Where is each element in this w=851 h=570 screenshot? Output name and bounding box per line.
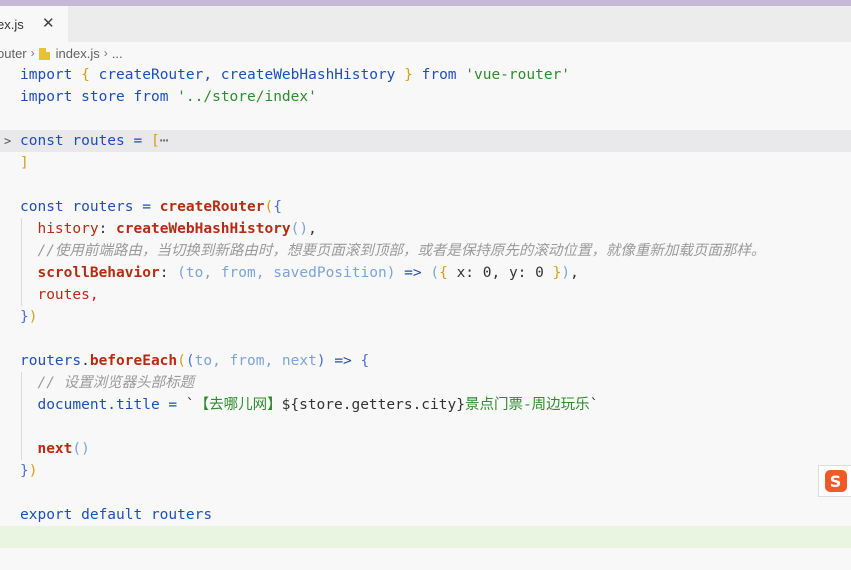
paren: ( [185,353,195,369]
breadcrumb-folder[interactable]: outer [0,46,27,61]
paren: ) [561,265,571,281]
paren: () [290,221,309,237]
comment: //使用前端路由，当切换到新路由时，想要页面滚到顶部，或者是保持原先的滚动位置，… [37,243,766,259]
close-icon[interactable]: ✕ [42,15,55,33]
brace: { [81,67,90,83]
paren: ) [28,309,38,325]
paren: ( [177,265,186,281]
paren: () [72,441,90,457]
code-line-7: const routers = createRouter({ [0,196,851,218]
code-editor[interactable]: import { createRouter, createWebHashHist… [0,64,851,560]
template-text: 【去哪儿网】 [194,397,282,413]
code-line-8: history: createWebHashHistory(), [37,221,317,237]
operator: = [142,199,151,215]
template-text: 景点门票-周边玩乐 [464,397,590,413]
paren: ( [177,353,186,369]
code-line-16: document.title = `【去哪儿网】${store.getters.… [0,394,851,416]
parameters: to, from, savedPosition [185,265,387,281]
fold-ellipsis[interactable]: ⋯ [160,133,169,149]
brace: { [273,199,282,215]
code-line-15: // 设置浏览器头部标题 [0,372,851,394]
breadcrumb-file[interactable]: index.js [56,46,100,61]
property-key: scrollBehavior [37,265,160,281]
arrow-operator: => [334,353,352,369]
code-line-21: export default routers [0,504,851,526]
tab-index-js[interactable]: ex.js ✕ [0,6,68,42]
code-line-11: routes, [0,284,851,306]
function-name: createWebHashHistory [116,221,291,237]
code-line-2: import store from '../store/index' [0,86,851,108]
js-file-icon [38,48,50,60]
function-name: createRouter [159,199,265,215]
operator: = [133,133,143,149]
export-statement: export default routers [20,507,213,523]
sogou-ime-icon[interactable]: S [818,465,851,497]
fold-chevron-icon[interactable]: > [4,130,11,152]
punctuation: , [570,265,579,281]
module-string: '../store/index' [177,89,317,105]
object-body: x: 0, y: 0 [456,265,544,281]
editor-tab-bar: ex.js ✕ [0,6,851,42]
import-name: store [81,89,125,105]
property-key: history [37,221,99,237]
code-line-1: import { createRouter, createWebHashHist… [0,64,851,86]
variable: routers [72,199,134,215]
paren: ) [386,265,396,281]
tab-label: ex.js [0,16,24,32]
paren: ) [28,463,38,479]
property-shorthand: routes, [37,287,99,303]
brace: } [20,309,29,325]
punctuation: , [308,221,317,237]
paren: ( [264,199,274,215]
brace: } [404,67,413,83]
brace: { [360,353,370,369]
keyword: import [20,67,73,83]
code-line-18: next() [0,438,851,460]
arrow-operator: => [404,265,422,281]
function-name: next [37,441,73,457]
import-names: createRouter, createWebHashHistory [98,67,396,83]
paren: ( [430,265,440,281]
keyword: const [20,133,64,149]
code-line-12: }) [0,306,851,328]
code-line-9: //使用前端路由，当切换到新路由时，想要页面滚到顶部，或者是保持原先的滚动位置，… [0,240,851,262]
brace: } [20,463,29,479]
chevron-right-icon: › [30,46,35,60]
keyword: const [20,199,64,215]
bracket: ] [20,155,29,171]
assignment-target: document.title = [37,397,178,413]
brace: { [439,265,448,281]
code-line-10: scrollBehavior: (to, from, savedPosition… [37,265,579,281]
breadcrumb-more[interactable]: ... [112,46,123,61]
parameters: to, from, next [194,353,317,369]
keyword: from [421,67,457,83]
module-string: 'vue-router' [465,67,571,83]
variable: routes [72,133,125,149]
template-tick: ` [185,397,195,413]
keyword: import [20,89,73,105]
code-line-4: > const routes = [⋯ [0,130,851,152]
code-line-current[interactable] [0,526,851,548]
code-line-5: ] [0,152,851,174]
paren: ) [316,353,326,369]
sogou-logo: S [824,470,847,492]
code-line-14: routers.beforeEach((to, from, next) => { [0,350,851,372]
code-line-19: }) [0,460,851,482]
chevron-right-icon: › [103,46,108,60]
variable: routers [20,353,82,369]
punctuation: . [81,353,90,369]
comment: // 设置浏览器头部标题 [37,375,195,391]
function-name: beforeEach [89,353,178,369]
breadcrumb: outer › index.js › ... [0,42,851,64]
keyword: from [133,89,169,105]
template-expression: ${store.getters.city} [281,397,465,413]
bracket: [ [150,133,160,149]
template-tick: ` [589,397,599,413]
